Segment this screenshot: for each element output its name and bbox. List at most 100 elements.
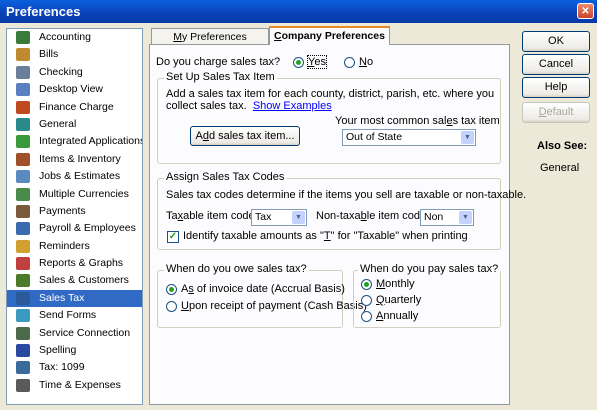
sidebar-item-service-connection[interactable]: Service Connection: [7, 325, 142, 342]
cash-label-text: pon receipt of payment (Cash Basis): [188, 300, 367, 312]
desktop-view-icon: [16, 83, 30, 97]
chevron-down-icon[interactable]: ▼: [461, 131, 474, 144]
tab-company-preferences[interactable]: Company Preferences: [269, 26, 390, 45]
accounting-icon: [16, 31, 30, 44]
sidebar-item-send-forms[interactable]: Send Forms: [7, 307, 142, 324]
ok-button[interactable]: OK: [522, 31, 590, 52]
sidebar-item-label: Service Connection: [39, 326, 131, 339]
help-button[interactable]: Help: [522, 77, 590, 98]
sidebar-item-label: Sales Tax: [39, 291, 85, 304]
default-accel: D: [538, 106, 547, 118]
add-sales-tax-item-button[interactable]: Add sales tax item...: [190, 126, 300, 146]
nontaxable-code-value: Non: [424, 211, 444, 223]
charge-yes-label-text: es: [314, 56, 326, 68]
tab-my-preferences[interactable]: My Preferences: [151, 28, 269, 44]
charge-no-radio[interactable]: [344, 57, 355, 68]
taxable-label-text: able item code: [183, 210, 255, 222]
items-inventory-icon: [16, 152, 30, 166]
annually-label[interactable]: Annually: [376, 310, 418, 322]
sidebar-item-tax-1099[interactable]: Tax: 1099: [7, 359, 142, 376]
charge-yes-radio[interactable]: [293, 57, 304, 68]
quarterly-label-accel: Q: [376, 294, 385, 306]
quarterly-radio[interactable]: [361, 295, 372, 306]
sidebar-item-desktop-view[interactable]: Desktop View: [7, 81, 142, 98]
charge-sales-tax-label: Do you charge sales tax?: [156, 56, 281, 68]
close-button[interactable]: ✕: [577, 3, 594, 19]
sidebar-item-label: Jobs & Estimates: [39, 170, 121, 183]
show-examples-link[interactable]: Show Examples: [253, 100, 332, 112]
also-see-general-link[interactable]: General: [540, 162, 579, 174]
charge-yes-label[interactable]: Yes: [307, 55, 327, 69]
default-label: efault: [546, 106, 574, 118]
integrated-applications-icon: [16, 135, 30, 149]
quarterly-label[interactable]: Quarterly: [376, 294, 421, 306]
sidebar-item-label: Accounting: [39, 31, 91, 43]
sidebar-item-time-expenses[interactable]: Time & Expenses: [7, 377, 142, 394]
sidebar-item-accounting[interactable]: Accounting: [7, 29, 142, 46]
jobs-estimates-icon: [16, 170, 30, 184]
sidebar-item-reminders[interactable]: Reminders: [7, 238, 142, 255]
quarterly-label-text: uarterly: [384, 294, 422, 306]
taxable-code-select[interactable]: Tax ▼: [251, 209, 307, 226]
title-bar: Preferences ✕: [0, 0, 597, 23]
nontaxable-code-select[interactable]: Non ▼: [420, 209, 474, 226]
sidebar-item-finance-charge[interactable]: Finance Charge: [7, 99, 142, 116]
charge-no-accel: N: [359, 56, 367, 68]
sidebar-item-general[interactable]: General: [7, 116, 142, 133]
accrual-basis-radio[interactable]: [166, 284, 177, 295]
sidebar-item-multiple-currencies[interactable]: Multiple Currencies: [7, 186, 142, 203]
sidebar-item-label: Items & Inventory: [39, 152, 121, 165]
sidebar-item-label: Payroll & Employees: [39, 222, 136, 235]
sidebar-item-payroll-employees[interactable]: Payroll & Employees: [7, 220, 142, 237]
charge-no-label[interactable]: No: [359, 56, 373, 68]
annually-radio[interactable]: [361, 311, 372, 322]
sidebar-item-label: Checking: [39, 65, 83, 78]
chevron-down-icon[interactable]: ▼: [292, 211, 305, 224]
payroll-employees-icon: [16, 222, 30, 236]
common-tax-item-select[interactable]: Out of State ▼: [342, 129, 476, 146]
taxable-label-pre: Ta: [166, 210, 178, 222]
sidebar-item-checking[interactable]: Checking: [7, 64, 142, 81]
sidebar-item-label: Reports & Graphs: [39, 257, 124, 270]
sidebar-item-label: Reminders: [39, 239, 90, 252]
codes-description: Sales tax codes determine if the items y…: [166, 189, 527, 201]
setup-description-line2: collect sales tax. Show Examples: [166, 100, 332, 112]
general-icon: [16, 117, 30, 131]
sales-customers-icon: [16, 274, 30, 288]
tab-company-preferences-accel: C: [274, 30, 282, 42]
pay-sales-tax-group: When do you pay sales tax? Monthly Quart…: [353, 263, 501, 328]
payments-icon: [16, 204, 30, 218]
monthly-label-text: onthly: [385, 278, 415, 290]
sidebar-item-bills[interactable]: Bills: [7, 46, 142, 63]
sidebar-item-reports-graphs[interactable]: Reports & Graphs: [7, 255, 142, 272]
monthly-radio[interactable]: [361, 279, 372, 290]
sidebar-item-sales-tax[interactable]: Sales Tax: [7, 289, 142, 308]
default-button[interactable]: Default: [522, 102, 590, 123]
chevron-down-icon[interactable]: ▼: [459, 211, 472, 224]
identify-label-accel: T: [323, 230, 331, 242]
sidebar-item-jobs-estimates[interactable]: Jobs & Estimates: [7, 168, 142, 185]
also-see-title: Also See:: [537, 140, 588, 152]
common-label-pre: Your most common sal: [335, 115, 447, 127]
cash-basis-label[interactable]: Upon receipt of payment (Cash Basis): [181, 300, 367, 312]
taxable-code-label: Taxable item code: [166, 210, 255, 222]
charge-no-label-text: o: [366, 56, 374, 68]
tab-my-preferences-label: y Preferences: [181, 31, 247, 43]
sidebar-item-payments[interactable]: Payments: [7, 203, 142, 220]
sidebar-item-integrated-applications[interactable]: Integrated Applications: [7, 133, 142, 150]
taxable-code-value: Tax: [255, 211, 272, 223]
sidebar-item-items-inventory[interactable]: Items & Inventory: [7, 151, 142, 168]
tab-my-preferences-accel: M: [173, 31, 182, 43]
sidebar-item-sales-customers[interactable]: Sales & Customers: [7, 272, 142, 289]
identify-taxable-label[interactable]: Identify taxable amounts as "T" for "Tax…: [183, 230, 468, 242]
accrual-basis-label[interactable]: As of invoice date (Accrual Basis): [181, 283, 345, 295]
sidebar-item-spelling[interactable]: Spelling: [7, 342, 142, 359]
sidebar-item-label: Multiple Currencies: [39, 187, 129, 200]
cancel-button[interactable]: Cancel: [522, 54, 590, 75]
identify-taxable-checkbox[interactable]: ✓: [167, 231, 179, 243]
cash-basis-radio[interactable]: [166, 301, 177, 312]
common-label-text: s tax item: [452, 115, 500, 127]
close-icon: ✕: [581, 6, 590, 17]
time-expenses-icon: [16, 378, 30, 392]
monthly-label[interactable]: Monthly: [376, 278, 415, 290]
